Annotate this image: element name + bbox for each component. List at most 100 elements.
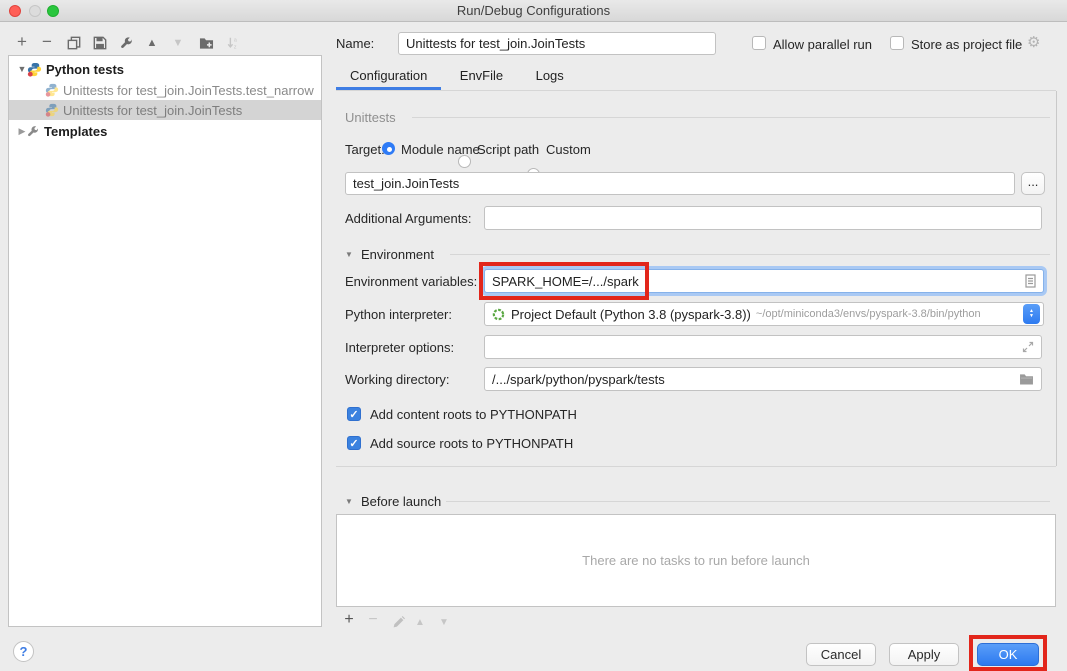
add-configuration-icon[interactable]: + xyxy=(13,33,31,51)
python-interpreter-label: Python interpreter: xyxy=(345,307,452,322)
ok-label: OK xyxy=(999,647,1018,662)
target-module-name-radio[interactable] xyxy=(382,142,395,155)
config-bottom-divider xyxy=(336,466,1056,467)
apply-button[interactable]: Apply xyxy=(889,643,959,666)
unittests-group-title: Unittests xyxy=(345,110,396,125)
python-interpreter-select[interactable]: Project Default (Python 3.8 (pyspark-3.8… xyxy=(484,302,1044,326)
edit-task-icon[interactable] xyxy=(389,613,407,631)
panel-right-border xyxy=(1056,91,1057,466)
add-source-roots-checkbox[interactable]: ✓ xyxy=(347,436,361,450)
python-test-icon xyxy=(45,83,59,97)
task-down-icon[interactable]: ▼ xyxy=(435,613,453,631)
name-label: Name: xyxy=(336,36,374,51)
allow-parallel-run-checkbox[interactable] xyxy=(752,36,766,50)
ok-button[interactable]: OK xyxy=(977,643,1039,666)
sort-configurations-icon[interactable]: az xyxy=(224,34,242,52)
target-value: test_join.JoinTests xyxy=(353,176,459,191)
target-value-input[interactable]: test_join.JoinTests xyxy=(345,172,1015,195)
working-directory-label: Working directory: xyxy=(345,372,450,387)
help-button[interactable]: ? xyxy=(13,641,34,662)
environment-collapse-icon[interactable]: ▼ xyxy=(345,250,353,259)
tab-divider xyxy=(336,90,1056,91)
tab-envfile[interactable]: EnvFile xyxy=(446,62,517,90)
new-folder-icon[interactable] xyxy=(197,34,215,52)
remove-task-icon[interactable]: − xyxy=(364,611,382,629)
name-value: Unittests for test_join.JoinTests xyxy=(406,36,585,51)
target-custom-label[interactable]: Custom xyxy=(546,142,591,157)
save-configuration-icon[interactable] xyxy=(91,34,109,52)
tree-item-label: Unittests for test_join.JoinTests xyxy=(63,103,242,118)
tree-item-label: Unittests for test_join.JoinTests.test_n… xyxy=(63,83,314,98)
interpreter-options-label: Interpreter options: xyxy=(345,340,454,355)
allow-parallel-run-label: Allow parallel run xyxy=(773,37,872,52)
tab-configuration[interactable]: Configuration xyxy=(336,62,441,90)
tree-item-label: Python tests xyxy=(46,62,124,77)
before-launch-section-title: Before launch xyxy=(361,494,441,509)
svg-text:a: a xyxy=(234,37,237,43)
python-interpreter-path: ~/opt/miniconda3/envs/pyspark-3.8/bin/py… xyxy=(756,308,981,320)
move-up-icon[interactable]: ▲ xyxy=(143,34,161,52)
task-up-icon[interactable]: ▲ xyxy=(411,613,429,631)
working-directory-input[interactable]: /.../spark/python/pyspark/tests xyxy=(484,367,1042,391)
browse-button[interactable]: ... xyxy=(1021,172,1045,195)
browse-label: ... xyxy=(1028,174,1039,189)
environment-variables-value: SPARK_HOME=/.../spark xyxy=(492,274,639,289)
python-interpreter-value: Project Default (Python 3.8 (pyspark-3.8… xyxy=(511,307,751,322)
folder-icon[interactable] xyxy=(1019,373,1034,385)
add-source-roots-label[interactable]: Add source roots to PYTHONPATH xyxy=(370,436,573,451)
copy-configuration-icon[interactable] xyxy=(65,34,83,52)
before-launch-collapse-icon[interactable]: ▼ xyxy=(345,497,353,506)
title-bar: Run/Debug Configurations xyxy=(0,0,1067,22)
apply-label: Apply xyxy=(908,647,941,662)
target-module-name-label[interactable]: Module name xyxy=(401,142,480,157)
interpreter-options-input[interactable] xyxy=(484,335,1042,359)
environment-variables-label: Environment variables: xyxy=(345,274,477,289)
add-task-icon[interactable]: + xyxy=(340,611,358,629)
combo-stepper-icon[interactable]: ▲▼ xyxy=(1023,304,1040,324)
move-down-icon[interactable]: ▼ xyxy=(169,34,187,52)
window-title: Run/Debug Configurations xyxy=(0,3,1067,18)
tree-item-unittests-narrow[interactable]: Unittests for test_join.JoinTests.test_n… xyxy=(9,80,321,100)
tree-item-label: Templates xyxy=(44,124,107,139)
run-debug-configurations-dialog: Run/Debug Configurations + − ▲ ▼ az ▼ Py… xyxy=(0,0,1067,671)
help-label: ? xyxy=(20,644,28,659)
configurations-tree: ▼ Python tests Unittests for test_join.J… xyxy=(8,55,322,627)
tree-item-templates[interactable]: ▶ Templates xyxy=(9,121,321,141)
python-tests-icon xyxy=(27,62,42,77)
unittests-group-line xyxy=(412,117,1050,118)
cancel-button[interactable]: Cancel xyxy=(806,643,876,666)
expand-field-icon[interactable] xyxy=(1022,341,1034,353)
additional-arguments-input[interactable] xyxy=(484,206,1042,230)
gear-icon[interactable]: ⚙ xyxy=(1027,33,1040,51)
name-input[interactable]: Unittests for test_join.JoinTests xyxy=(398,32,716,55)
additional-arguments-label: Additional Arguments: xyxy=(345,211,471,226)
tree-item-unittests-jointests[interactable]: Unittests for test_join.JoinTests xyxy=(9,100,321,120)
add-content-roots-checkbox[interactable]: ✓ xyxy=(347,407,361,421)
before-launch-section-line xyxy=(446,501,1050,502)
chevron-down-icon[interactable]: ▼ xyxy=(17,64,27,74)
working-directory-value: /.../spark/python/pyspark/tests xyxy=(492,372,665,387)
python-test-icon xyxy=(45,103,59,117)
remove-configuration-icon[interactable]: − xyxy=(38,33,56,51)
edit-templates-icon[interactable] xyxy=(118,34,136,52)
tab-logs[interactable]: Logs xyxy=(522,62,578,90)
cancel-label: Cancel xyxy=(821,647,861,662)
tab-bar: Configuration EnvFile Logs xyxy=(336,62,578,90)
environment-section-line xyxy=(450,254,1050,255)
env-vars-list-icon[interactable] xyxy=(1025,274,1036,288)
before-launch-empty-message: There are no tasks to run before launch xyxy=(582,553,810,568)
tree-item-python-tests[interactable]: ▼ Python tests xyxy=(9,59,321,79)
wrench-icon xyxy=(27,125,40,138)
target-label: Target: xyxy=(345,142,385,157)
environment-variables-input[interactable]: SPARK_HOME=/.../spark xyxy=(484,269,1044,293)
target-script-path-label[interactable]: Script path xyxy=(477,142,539,157)
conda-icon xyxy=(492,308,505,321)
store-as-project-file-checkbox[interactable] xyxy=(890,36,904,50)
add-content-roots-label[interactable]: Add content roots to PYTHONPATH xyxy=(370,407,577,422)
target-script-path-radio[interactable] xyxy=(458,155,471,168)
svg-text:z: z xyxy=(234,44,237,50)
before-launch-tasks-list[interactable]: There are no tasks to run before launch xyxy=(336,514,1056,607)
store-as-project-file-label: Store as project file xyxy=(911,37,1022,52)
environment-section-title: Environment xyxy=(361,247,434,262)
chevron-right-icon[interactable]: ▶ xyxy=(17,126,27,137)
